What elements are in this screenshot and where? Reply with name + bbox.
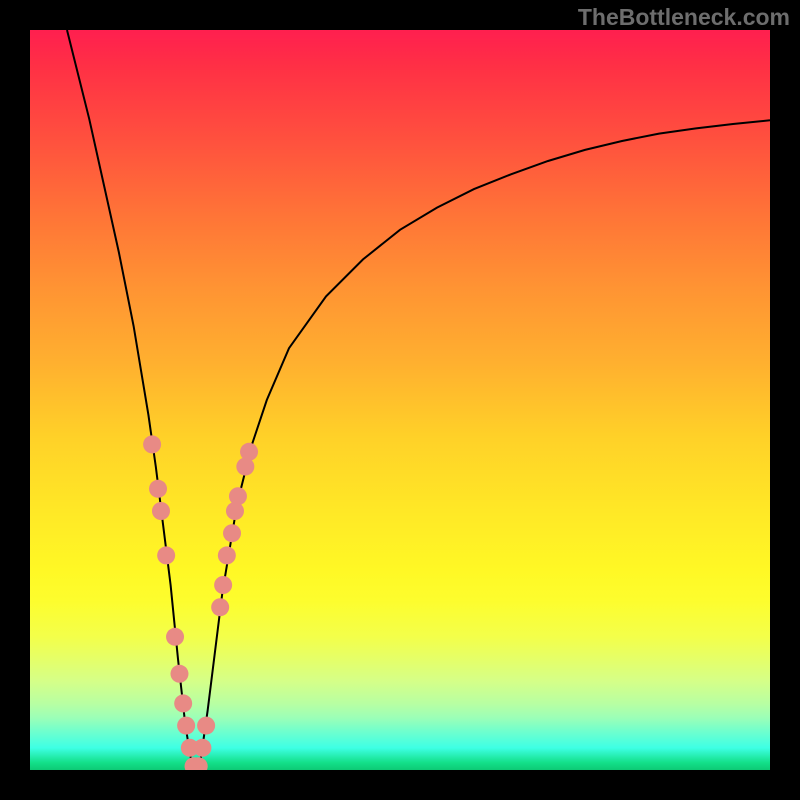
highlight-dot xyxy=(149,480,167,498)
highlight-dot xyxy=(240,443,258,461)
chart-plot-area xyxy=(30,30,770,770)
highlight-dot xyxy=(197,717,215,735)
highlight-dot xyxy=(229,487,247,505)
highlight-dot xyxy=(152,502,170,520)
highlight-dot xyxy=(166,628,184,646)
highlight-dot xyxy=(157,546,175,564)
highlight-dot xyxy=(193,739,211,757)
highlight-dot xyxy=(218,546,236,564)
highlight-dot xyxy=(214,576,232,594)
highlight-dot xyxy=(143,435,161,453)
highlight-dot xyxy=(170,665,188,683)
highlight-dot xyxy=(223,524,241,542)
highlight-dot xyxy=(226,502,244,520)
highlight-dot xyxy=(174,694,192,712)
highlighted-dots-group xyxy=(143,435,258,770)
dots-svg xyxy=(30,30,770,770)
watermark-text: TheBottleneck.com xyxy=(578,4,790,31)
highlight-dot xyxy=(177,717,195,735)
highlight-dot xyxy=(211,598,229,616)
